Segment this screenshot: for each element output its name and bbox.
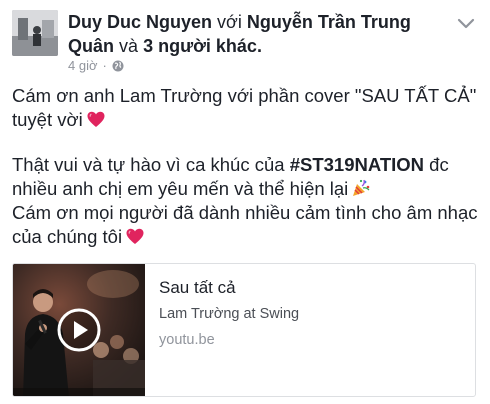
link-preview-card[interactable]: Sau tất cả Lam Trường at Swing youtu.be — [12, 263, 476, 397]
link-description: Lam Trường at Swing — [159, 306, 300, 322]
post-body: Cám ơn anh Lam Trường với phần cover "SA… — [12, 84, 478, 249]
paragraph-2-text-before: Thật vui và tự hào vì ca khúc của — [12, 154, 290, 175]
meta-separator: · — [102, 58, 107, 73]
red-heart-icon — [87, 111, 105, 127]
hashtag-link[interactable]: #ST319NATION — [290, 154, 424, 175]
play-icon[interactable] — [57, 308, 101, 352]
post-meta: 4 giờ · — [68, 58, 124, 73]
others-link[interactable]: 3 người khác — [143, 36, 257, 56]
header-end-dot: . — [256, 36, 262, 56]
paragraph-1-text: Cám ơn anh Lam Trường với phần cover "SA… — [12, 85, 477, 130]
with-word: với — [217, 12, 242, 32]
paragraph-1: Cám ơn anh Lam Trường với phần cover "SA… — [12, 84, 478, 132]
link-title[interactable]: Sau tất cả — [159, 278, 236, 298]
paragraph-2: Thật vui và tự hào vì ca khúc của #ST319… — [12, 153, 478, 201]
globe-icon[interactable] — [112, 60, 124, 72]
chevron-down-icon[interactable] — [456, 16, 476, 30]
facebook-post: Duy Duc Nguyen với Nguyễn Trần Trung Quâ… — [0, 0, 490, 404]
timestamp[interactable]: 4 giờ — [68, 58, 98, 73]
and-word: và — [119, 36, 139, 56]
paragraph-3-text: Cám ơn mọi người đã dành nhiều cảm tình … — [12, 202, 478, 247]
red-heart-icon — [126, 228, 144, 244]
link-domain: youtu.be — [159, 332, 215, 348]
post-header: Duy Duc Nguyen với Nguyễn Trần Trung Quâ… — [68, 10, 448, 58]
paragraph-3: Cám ơn mọi người đã dành nhiều cảm tình … — [12, 201, 478, 249]
avatar[interactable] — [12, 10, 58, 56]
party-popper-icon — [353, 179, 370, 196]
video-thumbnail[interactable] — [13, 264, 145, 396]
author-name[interactable]: Duy Duc Nguyen — [68, 12, 212, 32]
